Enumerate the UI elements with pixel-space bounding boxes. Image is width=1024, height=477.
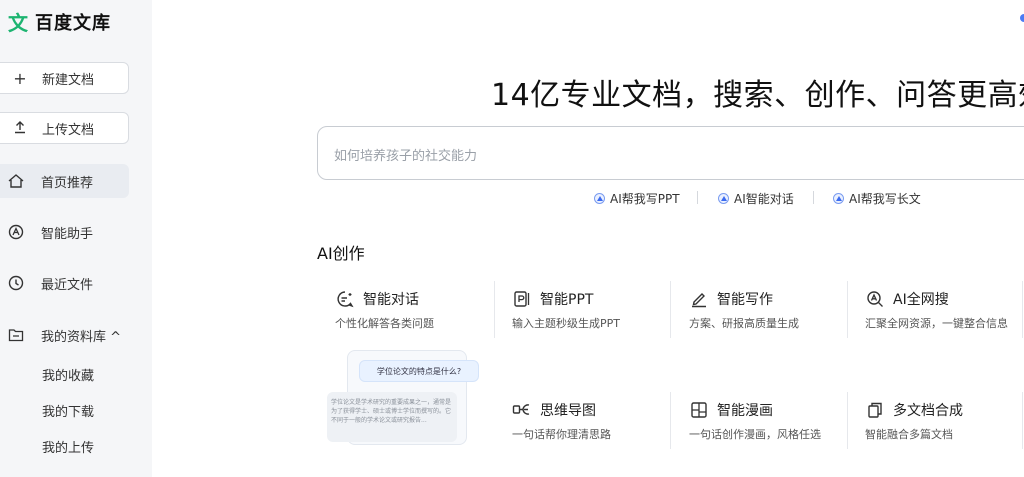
folder-icon xyxy=(6,328,26,342)
card-multi-doc[interactable]: 多文档合成 智能融合多篇文档 xyxy=(865,392,1024,450)
quick-action-ppt[interactable]: AI帮我写PPT xyxy=(594,190,680,207)
search-ai-icon xyxy=(865,290,885,308)
page-headline: 14亿专业文档，搜索、创作、问答更高效 xyxy=(491,78,1024,113)
card-desc: 个性化解答各类问题 xyxy=(335,317,434,330)
divider xyxy=(670,392,671,449)
card-title: 智能PPT xyxy=(540,292,594,308)
upload-doc-button[interactable]: 上传文档 xyxy=(0,112,129,144)
card-title: 智能写作 xyxy=(717,292,773,308)
card-ai-web-search[interactable]: AI全网搜 汇聚全网资源，一键整合信息 xyxy=(865,281,1024,339)
ai-icon xyxy=(833,193,844,204)
ppt-icon xyxy=(512,290,532,308)
card-title: 智能对话 xyxy=(363,292,419,308)
nav-item-assistant[interactable]: 智能助手 xyxy=(0,215,129,249)
search-input[interactable]: 如何培养孩子的社交能力 xyxy=(334,145,477,164)
nav-label-assistant: 智能助手 xyxy=(41,226,94,242)
card-desc: 汇聚全网资源，一键整合信息 xyxy=(865,317,1008,330)
divider xyxy=(494,281,495,338)
home-icon xyxy=(6,173,26,189)
nav-label-library: 我的资料库 ^ xyxy=(41,329,122,345)
divider xyxy=(847,281,848,338)
library-item-downloads[interactable]: 我的下载 xyxy=(42,401,94,420)
divider xyxy=(670,281,671,338)
preview-question: 学位论文的特点是什么? xyxy=(359,360,479,382)
card-smart-chat[interactable]: 智能对话 个性化解答各类问题 xyxy=(335,281,505,339)
brand-logo[interactable]: 文 百度文库 xyxy=(8,7,111,36)
card-desc: 一句话帮你理清思路 xyxy=(512,428,611,441)
new-doc-button[interactable]: + 新建文档 xyxy=(0,62,129,94)
card-smart-ppt[interactable]: 智能PPT 输入主题秒级生成PPT xyxy=(512,281,682,339)
nav-label-home: 首页推荐 xyxy=(41,175,94,191)
card-mind-map[interactable]: 思维导图 一句话帮你理清思路 xyxy=(512,392,682,450)
card-title: AI全网搜 xyxy=(893,292,949,308)
preview-answer: 学位论文是学术研究的重要成果之一，通常是为了获得学士、硕士或博士学位而撰写的。它… xyxy=(327,392,457,442)
multi-doc-icon xyxy=(865,401,885,419)
card-smart-writing[interactable]: 智能写作 方案、研报高质量生成 xyxy=(689,281,859,339)
chat-icon xyxy=(335,290,355,308)
divider xyxy=(697,191,698,204)
new-doc-label: 新建文档 xyxy=(42,72,95,88)
ai-icon xyxy=(718,193,729,204)
sidebar: 文 百度文库 + 新建文档 上传文档 首页推荐 智能助手 最近文件 我的资料库 … xyxy=(0,0,152,477)
divider xyxy=(813,191,814,204)
card-desc: 智能融合多篇文档 xyxy=(865,428,953,441)
nav-item-home[interactable]: 首页推荐 xyxy=(0,164,129,198)
chat-preview-thumbnail[interactable]: 学位论文的特点是什么? 学位论文是学术研究的重要成果之一，通常是为了获得学士、硕… xyxy=(327,350,487,450)
nav-item-library[interactable]: 我的资料库 ^ xyxy=(0,318,129,352)
quick-action-chat[interactable]: AI智能对话 xyxy=(718,190,794,207)
card-desc: 一句话创作漫画，风格任选 xyxy=(689,428,821,441)
clock-icon xyxy=(6,275,26,291)
divider xyxy=(1022,281,1023,338)
quick-action-label: AI帮我写PPT xyxy=(610,192,680,206)
mindmap-icon xyxy=(512,401,532,419)
quick-action-longtext[interactable]: AI帮我写长文 xyxy=(833,190,921,207)
nav-item-recent[interactable]: 最近文件 xyxy=(0,266,129,300)
card-title: 智能漫画 xyxy=(717,403,773,419)
card-title: 多文档合成 xyxy=(893,403,963,419)
ai-icon xyxy=(594,193,605,204)
library-item-favorites[interactable]: 我的收藏 xyxy=(42,365,94,384)
notification-dot[interactable] xyxy=(1020,14,1024,22)
card-smart-comic[interactable]: 智能漫画 一句话创作漫画，风格任选 xyxy=(689,392,859,450)
nav-label-recent: 最近文件 xyxy=(41,277,94,293)
upload-doc-label: 上传文档 xyxy=(42,122,95,138)
brand-name: 百度文库 xyxy=(35,12,111,34)
upload-icon xyxy=(10,119,30,138)
library-item-uploads[interactable]: 我的上传 xyxy=(42,437,94,456)
divider xyxy=(1022,392,1023,449)
quick-action-label: AI智能对话 xyxy=(734,192,794,206)
section-title-ai-creation: AI创作 xyxy=(317,244,365,263)
card-desc: 方案、研报高质量生成 xyxy=(689,317,799,330)
search-box[interactable]: 如何培养孩子的社交能力 xyxy=(317,126,1024,180)
plus-icon: + xyxy=(13,68,27,88)
divider xyxy=(847,392,848,449)
comic-icon xyxy=(689,401,709,419)
pen-icon xyxy=(689,290,709,308)
quick-action-label: AI帮我写长文 xyxy=(849,192,921,206)
assistant-icon xyxy=(6,224,26,240)
wenku-logo-icon: 文 xyxy=(8,11,28,35)
card-desc: 输入主题秒级生成PPT xyxy=(512,317,620,330)
card-title: 思维导图 xyxy=(540,403,596,419)
